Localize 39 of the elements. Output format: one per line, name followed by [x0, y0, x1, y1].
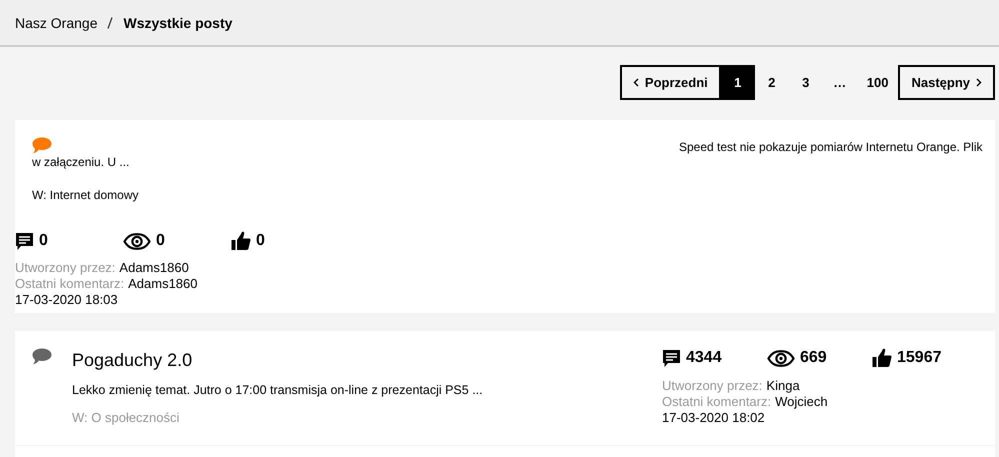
created-by-label: Utworzony przez: — [15, 260, 116, 275]
post-date: 17-03-2020 18:03 — [15, 292, 119, 308]
last-comment-label: Ostatni komentarz: — [15, 276, 124, 291]
page-button[interactable]: 2 — [754, 65, 789, 100]
comment-count: 4344 — [686, 349, 722, 367]
comment-count: 0 — [39, 232, 48, 250]
previous-button[interactable]: Poprzedni — [620, 65, 721, 100]
thumbs-up-icon — [872, 348, 892, 368]
breadcrumb-link[interactable]: Nasz Orange — [15, 14, 98, 30]
post-excerpt: w załączeniu. U ... — [31, 154, 130, 169]
post-title[interactable]: Pogaduchy 2.0 — [72, 350, 483, 371]
post-date: 17-03-2020 18:02 — [662, 410, 766, 426]
chevron-left-icon — [632, 78, 639, 87]
page-button[interactable]: 1 — [720, 65, 755, 100]
post-excerpt: Lekko zmienię temat. Jutro o 17:00 transmisja on-line z prezentacji PS5 ... — [72, 383, 483, 397]
page-button[interactable]: … — [822, 65, 857, 100]
category-text: W: Internet domowy — [31, 187, 140, 202]
next-button[interactable]: Następny — [898, 65, 995, 100]
author-link[interactable]: Adams1860 — [128, 276, 198, 291]
chevron-right-icon — [976, 78, 982, 87]
like-count: 15967 — [897, 349, 942, 367]
view-count: 669 — [800, 349, 827, 367]
author-link[interactable]: Adams1860 — [119, 260, 189, 275]
created-by-label: Utworzony przez: — [662, 378, 762, 393]
post-excerpt: Speed test nie pokazuje pomiarów Internetu Orange. Plik — [679, 140, 984, 154]
eye-icon — [123, 232, 151, 250]
breadcrumb-current: Wszystkie posty — [123, 14, 232, 30]
author-link[interactable]: Kinga — [766, 378, 800, 393]
comment-icon — [662, 348, 681, 368]
like-count: 0 — [256, 232, 265, 250]
view-count: 0 — [156, 232, 165, 250]
page-button[interactable]: 3 — [788, 65, 823, 100]
page-button[interactable]: 100 — [856, 65, 898, 100]
author-link[interactable]: Wojciech — [775, 394, 828, 409]
category-text: W: O społeczności — [72, 410, 180, 425]
thumbs-up-icon — [231, 231, 251, 251]
breadcrumb-separator-icon — [106, 16, 114, 28]
last-comment-label: Ostatni komentarz: — [662, 394, 772, 409]
eye-icon — [767, 350, 795, 366]
